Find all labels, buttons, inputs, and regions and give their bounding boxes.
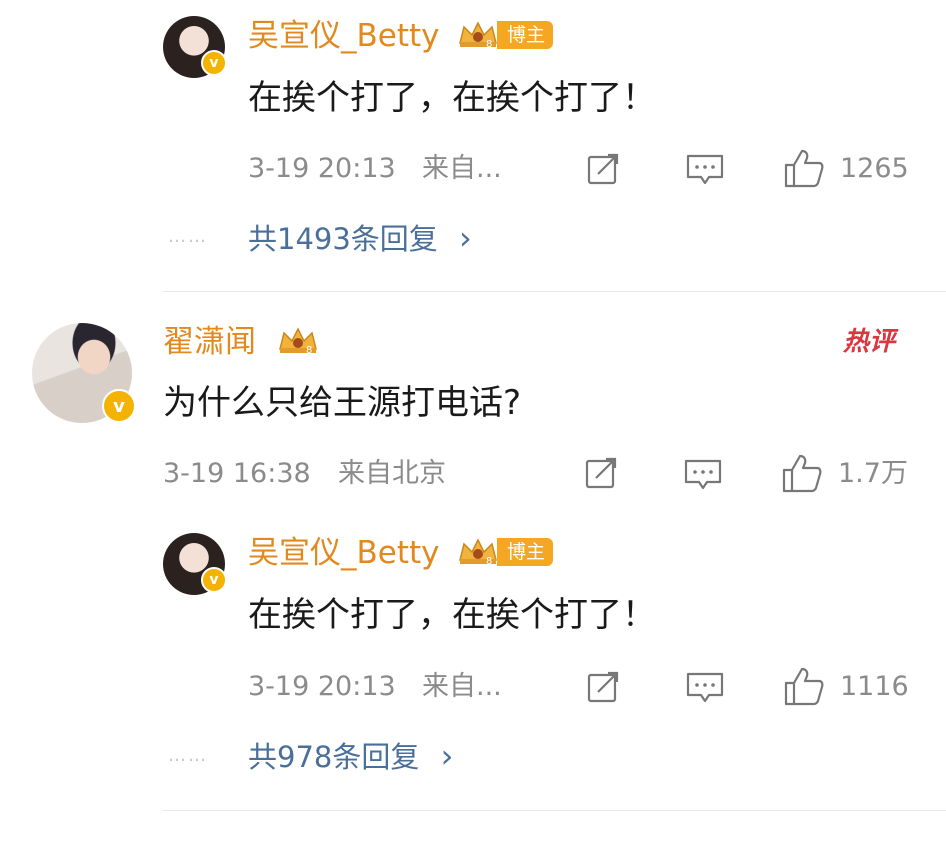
comment-icon[interactable] <box>686 153 724 187</box>
share-icon[interactable] <box>586 152 622 188</box>
verified-badge-icon: v <box>201 50 227 76</box>
comment-source: 来自... <box>422 671 502 702</box>
like-count: 1116 <box>840 671 909 702</box>
avatar[interactable]: v <box>163 533 227 595</box>
username[interactable]: 翟潇闻 <box>163 327 256 358</box>
share-icon[interactable] <box>584 456 620 492</box>
chevron-right-icon: › <box>459 219 472 257</box>
replies-count-label: 共978条回复 <box>248 740 420 774</box>
comment-time: 3-19 16:38 <box>163 458 311 489</box>
crown-icon: 8 <box>459 538 497 566</box>
thumbs-up-icon[interactable] <box>783 666 825 706</box>
comment-text: 在挨个打了，在挨个打了！ <box>248 595 656 635</box>
username[interactable]: 吴宣仪_Betty <box>248 21 440 52</box>
share-icon[interactable] <box>586 670 622 706</box>
thumbs-up-icon[interactable] <box>781 453 823 493</box>
svg-text:8: 8 <box>306 345 312 355</box>
comment-time: 3-19 20:13 <box>248 671 396 702</box>
hot-comment-badge: 热评 <box>843 327 896 357</box>
comment-source: 来自北京 <box>338 458 446 489</box>
like-count: 1.7万 <box>838 458 908 489</box>
crown-icon: 8 <box>279 327 317 355</box>
comment-text: 为什么只给王源打电话? <box>163 383 522 423</box>
svg-text:8: 8 <box>486 39 492 49</box>
svg-text:8: 8 <box>486 556 492 566</box>
chevron-right-icon: › <box>440 737 454 775</box>
verified-badge-icon: v <box>102 389 136 423</box>
avatar[interactable]: v <box>163 16 227 78</box>
view-replies-link[interactable]: 共978条回复 › <box>248 740 453 772</box>
divider <box>163 291 946 292</box>
replies-count-label: 共1493条回复 <box>248 222 438 256</box>
comment-icon[interactable] <box>686 671 724 705</box>
comment-icon[interactable] <box>684 458 722 492</box>
reply-dots: …… <box>168 745 208 766</box>
reply-dots: …… <box>168 226 208 247</box>
comment-source: 来自... <box>422 153 502 184</box>
like-count: 1265 <box>840 153 909 184</box>
thumbs-up-icon[interactable] <box>783 148 825 188</box>
view-replies-link[interactable]: 共1493条回复 › <box>248 222 472 254</box>
blogger-badge: 博主 <box>497 538 554 566</box>
blogger-badge: 博主 <box>497 21 554 49</box>
crown-icon: 8 <box>459 21 497 49</box>
comment-text: 在挨个打了，在挨个打了！ <box>248 78 656 118</box>
divider <box>163 810 946 811</box>
avatar[interactable]: v <box>32 323 136 423</box>
verified-badge-icon: v <box>201 567 227 593</box>
comment-time: 3-19 20:13 <box>248 153 396 184</box>
username[interactable]: 吴宣仪_Betty <box>248 538 440 569</box>
